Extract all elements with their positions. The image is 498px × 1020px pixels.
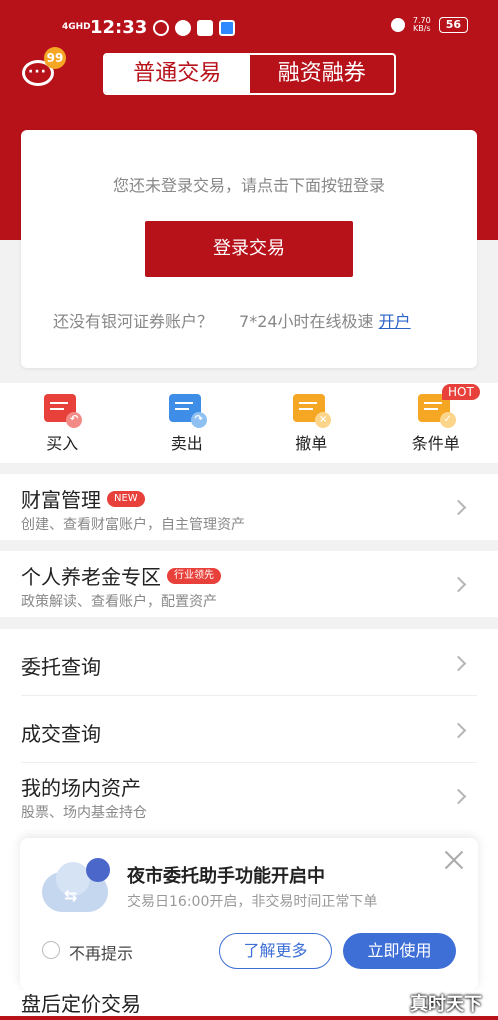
signal-indicator: 4GHD: [62, 22, 91, 32]
browser-app-icon: [219, 19, 236, 36]
bottom-bar-edge: [0, 1016, 498, 1020]
login-button[interactable]: 登录交易: [145, 221, 353, 277]
chevron-right-icon: [450, 722, 467, 739]
messages-button[interactable]: ··· 99: [22, 47, 66, 88]
quick-actions: ↶ 买入 ↷ 卖出 × 撤单 ✓ 条件单: [0, 383, 498, 463]
learn-more-button[interactable]: 了解更多: [219, 933, 332, 969]
menu-title: 盘后定价交易: [21, 992, 141, 1016]
sell-icon: ↷: [168, 394, 207, 428]
login-card: 您还未登录交易，请点击下面按钮登录 登录交易 还没有银河证券账户？ 7*24小时在…: [21, 130, 477, 368]
login-hint: 您还未登录交易，请点击下面按钮登录: [112, 176, 385, 195]
open-account-link[interactable]: 开户: [379, 312, 411, 331]
chevron-right-icon: [450, 655, 467, 672]
chevron-right-icon: [450, 499, 467, 516]
popup-subtitle: 交易日16:00开启，非交易时间正常下单: [127, 894, 378, 910]
open-account-line: 还没有银河证券账户？ 7*24小时在线极速 开户: [53, 308, 411, 332]
action-buy[interactable]: ↶ 买入: [0, 383, 125, 463]
divider: [21, 695, 477, 696]
net-speed: 7.70 KB/s: [413, 17, 431, 33]
message-notification-icon: [175, 19, 192, 36]
divider: [21, 762, 477, 763]
status-time: 12:33: [90, 17, 148, 38]
chat-dots-icon: ···: [28, 64, 47, 80]
watermark: 真时天下: [410, 994, 482, 1015]
menu-pension[interactable]: 个人养老金专区 行业领先 政策解读、查看账户，配置资产: [0, 551, 498, 617]
action-label: 卖出: [170, 434, 203, 453]
battery-level: 56: [438, 17, 468, 33]
night-order-popup: ⇆ 夜市委托助手功能开启中 交易日16:00开启，非交易时间正常下单 不再提示 …: [20, 838, 478, 990]
chevron-right-icon: [450, 788, 467, 805]
menu-title: 个人养老金专区: [21, 565, 161, 589]
chevron-right-icon: [450, 576, 467, 593]
dont-remind-label[interactable]: 不再提示: [69, 940, 133, 964]
menu-order-query[interactable]: 委托查询: [21, 651, 101, 680]
no-account-text: 还没有银河证券账户？: [53, 312, 214, 331]
popup-title: 夜市委托助手功能开启中: [127, 866, 325, 887]
action-label: 条件单: [411, 434, 460, 453]
night-cloud-icon: ⇆: [42, 858, 112, 914]
trade-mode-tabs: 普通交易 融资融券: [103, 53, 396, 95]
close-icon[interactable]: [442, 848, 466, 872]
tab-normal-trading[interactable]: 普通交易: [105, 55, 250, 93]
action-label: 撤单: [295, 434, 328, 453]
menu-subtitle: 股票、场内基金持仓: [21, 805, 147, 821]
menu-my-assets[interactable]: 我的场内资产: [21, 772, 141, 801]
app-notification-icon: [153, 19, 170, 36]
use-now-button[interactable]: 立即使用: [343, 933, 456, 969]
action-label: 买入: [46, 434, 79, 453]
tab-margin-trading[interactable]: 融资融券: [250, 55, 395, 93]
action-sell[interactable]: ↷ 卖出: [125, 383, 250, 463]
menu-title: 财富管理: [21, 488, 101, 512]
news-app-icon: [197, 19, 214, 36]
alarm-icon: [390, 18, 405, 32]
cancel-order-icon: ×: [293, 394, 332, 428]
online-text: 7*24小时在线极速: [239, 312, 374, 331]
menu-subtitle: 创建、查看财富账户，自主管理资产: [21, 517, 245, 533]
dont-remind-checkbox[interactable]: [42, 941, 60, 959]
menu-title-wrap: 财富管理 NEW: [21, 484, 145, 513]
menu-wealth-management[interactable]: 财富管理 NEW 创建、查看财富账户，自主管理资产: [0, 474, 498, 540]
status-bar: 4GHD 12:33 7.70 KB/s 56: [0, 0, 498, 52]
industry-leading-badge: 行业领先: [167, 567, 221, 584]
new-badge: NEW: [107, 490, 145, 507]
message-count-badge: 99: [44, 47, 66, 69]
menu-deal-query[interactable]: 成交查询: [21, 718, 101, 747]
menu-subtitle: 政策解读、查看账户，配置资产: [21, 594, 217, 610]
action-cancel-order[interactable]: × 撤单: [249, 383, 374, 463]
menu-title-wrap: 个人养老金专区 行业领先: [21, 561, 221, 590]
hot-badge: HOT: [442, 384, 480, 400]
buy-icon: ↶: [44, 394, 83, 428]
net-speed-unit: KB/s: [412, 24, 431, 33]
